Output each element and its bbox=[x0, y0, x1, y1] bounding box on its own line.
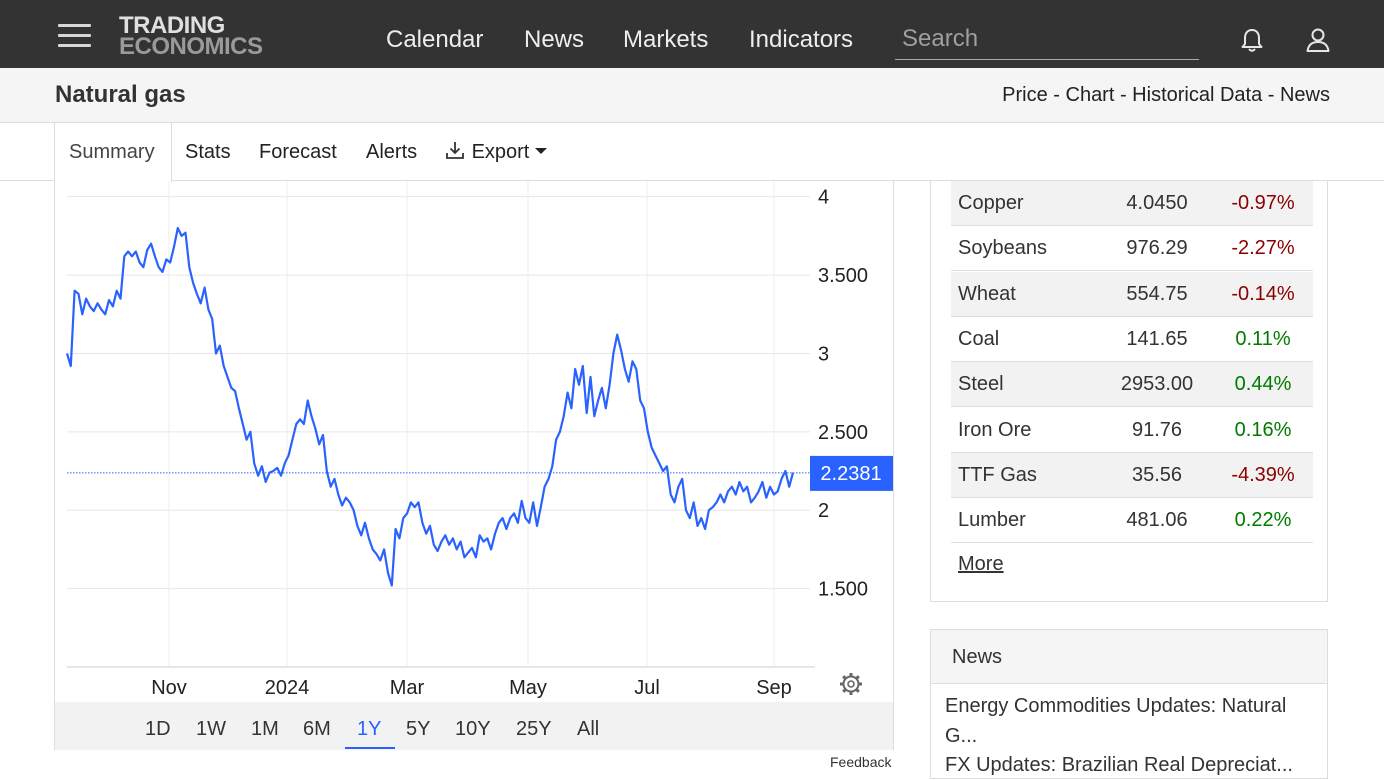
current-price-label: 2.2381 bbox=[810, 455, 893, 491]
news-header: News bbox=[931, 630, 1327, 684]
range-6m[interactable]: 6M bbox=[303, 718, 331, 741]
x-tick-label: 2024 bbox=[265, 677, 310, 699]
y-tick-label: 3.500 bbox=[818, 265, 868, 287]
gear-ring bbox=[842, 675, 860, 693]
bell-icon[interactable] bbox=[1238, 26, 1266, 54]
commodity-change: 0.22% bbox=[1234, 509, 1292, 532]
commodity-change: 0.16% bbox=[1234, 418, 1292, 441]
commodity-name: Soybeans bbox=[958, 237, 1047, 260]
chart-grid bbox=[67, 181, 815, 668]
x-tick-label: Mar bbox=[390, 677, 425, 699]
x-tick-label: May bbox=[509, 677, 547, 699]
current-price-value: 2.2381 bbox=[820, 463, 881, 485]
feedback-link[interactable]: Feedback bbox=[830, 754, 891, 770]
news-item[interactable]: Energy Commodities Updates: Natural G... bbox=[945, 691, 1317, 751]
active-range-indicator bbox=[345, 747, 395, 749]
commodity-row[interactable]: Lumber 481.06 0.22% bbox=[951, 498, 1313, 544]
commodity-row[interactable]: Wheat 554.75 -0.14% bbox=[951, 271, 1313, 317]
commodity-price: 554.75 bbox=[1126, 282, 1188, 305]
range-10y[interactable]: 10Y bbox=[455, 718, 491, 741]
range-1y[interactable]: 1Y bbox=[357, 718, 381, 741]
y-tick-label: 3 bbox=[818, 343, 829, 365]
y-tick-label: 1.500 bbox=[818, 579, 868, 601]
commodity-change: -0.14% bbox=[1231, 282, 1295, 305]
user-icon[interactable] bbox=[1304, 26, 1332, 54]
gear-hub bbox=[847, 680, 855, 688]
y-tick-label: 4 bbox=[818, 187, 829, 209]
commodity-price: 976.29 bbox=[1126, 237, 1188, 260]
commodity-change: 0.44% bbox=[1234, 373, 1292, 396]
commodity-name: Coal bbox=[958, 327, 1000, 350]
y-tick-label: 2 bbox=[818, 500, 829, 522]
commodity-row[interactable]: Iron Ore 91.76 0.16% bbox=[951, 408, 1313, 453]
commodity-row[interactable]: TTF Gas 35.56 -4.39% bbox=[951, 452, 1313, 498]
more-link[interactable]: More bbox=[958, 553, 1004, 576]
range-all[interactable]: All bbox=[577, 718, 599, 741]
commodity-change: 0.11% bbox=[1235, 327, 1291, 350]
y-tick-label: 2.500 bbox=[818, 422, 868, 444]
range-1m[interactable]: 1M bbox=[251, 718, 279, 741]
commodity-price: 4.0450 bbox=[1126, 192, 1188, 214]
commodity-price: 2953.00 bbox=[1120, 373, 1194, 396]
price-chart[interactable]: 1.500 2 2.500 3 3.500 4 Nov 2024 Mar May Jul Sep 2.… bbox=[0, 0, 900, 705]
commodity-price: 35.56 bbox=[1131, 463, 1183, 486]
gear-icon[interactable] bbox=[840, 673, 862, 695]
range-25y[interactable]: 25Y bbox=[516, 718, 552, 741]
commodity-change: -0.97% bbox=[1231, 192, 1295, 214]
news-item[interactable]: FX Updates: Brazilian Real Depreciat... bbox=[945, 750, 1317, 780]
commodity-name: Wheat bbox=[958, 282, 1016, 305]
commodity-name: Iron Ore bbox=[958, 418, 1032, 441]
news-header-label: News bbox=[952, 646, 1003, 668]
breadcrumb-links[interactable]: Price - Chart - Historical Data - News bbox=[1002, 84, 1330, 107]
series-line bbox=[65, 226, 795, 587]
range-selector: 1D 1W 1M 6M 1Y 5Y 10Y 25Y All bbox=[55, 702, 893, 750]
range-1w[interactable]: 1W bbox=[196, 718, 226, 741]
commodity-name: TTF Gas bbox=[958, 463, 1037, 486]
search-box bbox=[895, 22, 1199, 60]
commodity-row[interactable]: Coal 141.65 0.11% bbox=[951, 317, 1313, 362]
commodity-row[interactable]: Copper 4.0450 -0.97% bbox=[951, 181, 1313, 226]
x-tick-label: Jul bbox=[634, 677, 660, 699]
range-1d[interactable]: 1D bbox=[145, 718, 171, 741]
chart-axis-labels: 1.500 2 2.500 3 3.500 4 Nov 2024 Mar May Jul Sep bbox=[151, 187, 868, 699]
commodity-change: -4.39% bbox=[1231, 463, 1295, 486]
commodity-price: 141.65 bbox=[1126, 327, 1188, 350]
x-tick-label: Nov bbox=[151, 677, 187, 699]
news-box: News Energy Commodities Updates: Natural… bbox=[930, 629, 1328, 779]
commodity-name: Copper bbox=[958, 192, 1024, 214]
commodity-row[interactable]: Soybeans 976.29 -2.27% bbox=[951, 226, 1313, 272]
x-tick-label: Sep bbox=[756, 677, 792, 699]
commodity-change: -2.27% bbox=[1231, 237, 1295, 260]
commodity-name: Lumber bbox=[958, 509, 1026, 532]
search-input[interactable] bbox=[895, 22, 1199, 56]
commodity-price: 91.76 bbox=[1131, 418, 1183, 441]
range-5y[interactable]: 5Y bbox=[406, 718, 430, 741]
commodity-row[interactable]: Steel 2953.00 0.44% bbox=[951, 362, 1313, 408]
commodity-price: 481.06 bbox=[1126, 509, 1188, 532]
commodity-name: Steel bbox=[958, 373, 1004, 396]
